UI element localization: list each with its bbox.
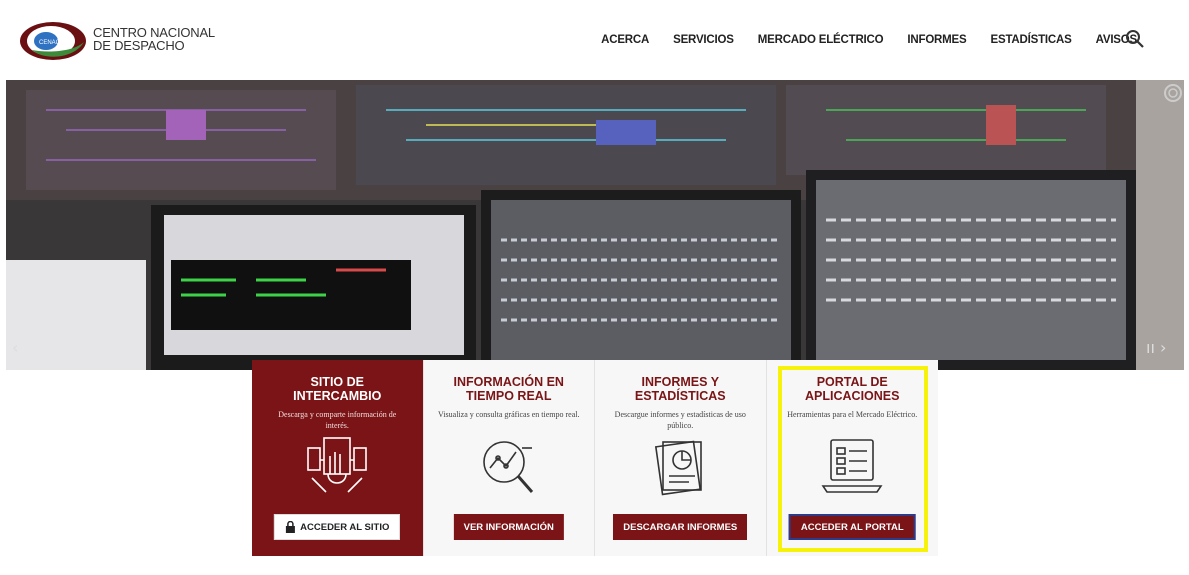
card-portal-aplicaciones: PORTAL DE APLICACIONES Herramientas para… [766, 360, 938, 556]
logo-line-2: DE DESPACHO [93, 38, 185, 53]
logo-icon[interactable]: CENACE [18, 20, 88, 62]
card-informes-estadisticas: INFORMES Y ESTADÍSTICAS Descargue inform… [595, 360, 767, 556]
nav-acerca[interactable]: ACERCA [601, 34, 649, 46]
magnifier-chart-icon [482, 441, 533, 493]
site-header: CENACE CENTRO NACIONAL DE DESPACHO ACERC… [0, 0, 1189, 80]
card-title: SITIO DE INTERCAMBIO [293, 375, 382, 403]
svg-text:CENACE: CENACE [39, 40, 64, 46]
report-document-icon [655, 440, 703, 496]
card-description: Descarga y comparte información de inter… [278, 410, 397, 430]
card-title: PORTAL DE APLICACIONES [805, 375, 900, 403]
ver-informacion-button[interactable]: VER INFORMACIÓN [453, 514, 564, 540]
card-description: Descargue informes y estadísticas de uso… [614, 410, 746, 430]
lock-icon [286, 521, 296, 533]
hero-pause-icon[interactable]: ıı › [1146, 338, 1166, 357]
search-icon[interactable] [1124, 28, 1146, 50]
card-sitio-intercambio: SITIO DE INTERCAMBIO Descarga y comparte… [252, 360, 424, 556]
nav-mercado-electrico[interactable]: MERCADO ELÉCTRICO [758, 34, 884, 46]
hand-documents-icon [307, 437, 368, 493]
acceder-sitio-label: ACCEDER AL SITIO [300, 521, 390, 533]
services-cards: SITIO DE INTERCAMBIO Descarga y comparte… [252, 360, 938, 556]
card-title: INFORMES Y ESTADÍSTICAS [634, 375, 726, 403]
ver-informacion-label: VER INFORMACIÓN [463, 521, 554, 533]
laptop-apps-icon [821, 439, 883, 493]
nav-informes[interactable]: INFORMES [907, 34, 966, 46]
nav-servicios[interactable]: SERVICIOS [673, 34, 734, 46]
hero-prev-arrow[interactable]: ‹ [12, 338, 18, 357]
descargar-informes-label: DESCARGAR INFORMES [623, 521, 738, 533]
card-tiempo-real: INFORMACIÓN EN TIEMPO REAL Visualiza y c… [423, 360, 595, 556]
nav-estadisticas[interactable]: ESTADÍSTICAS [991, 34, 1072, 46]
card-title: INFORMACIÓN EN TIEMPO REAL [453, 375, 564, 403]
acceder-portal-button[interactable]: ACCEDER AL PORTAL [788, 514, 916, 540]
slider-spinner-icon[interactable] [1162, 82, 1184, 104]
hero-banner: ‹ ıı › [6, 80, 1184, 370]
logo-text[interactable]: CENTRO NACIONAL DE DESPACHO [93, 26, 215, 52]
acceder-portal-label: ACCEDER AL PORTAL [800, 521, 904, 533]
acceder-sitio-button[interactable]: ACCEDER AL SITIO [274, 514, 401, 540]
card-description: Herramientas para el Mercado Eléctrico. [787, 410, 918, 419]
card-description: Visualiza y consulta gráficas en tiempo … [438, 410, 580, 419]
descargar-informes-button[interactable]: DESCARGAR INFORMES [613, 514, 748, 540]
control-room-image [6, 80, 1184, 370]
main-nav: ACERCA SERVICIOS MERCADO ELÉCTRICO INFOR… [601, 34, 1137, 46]
